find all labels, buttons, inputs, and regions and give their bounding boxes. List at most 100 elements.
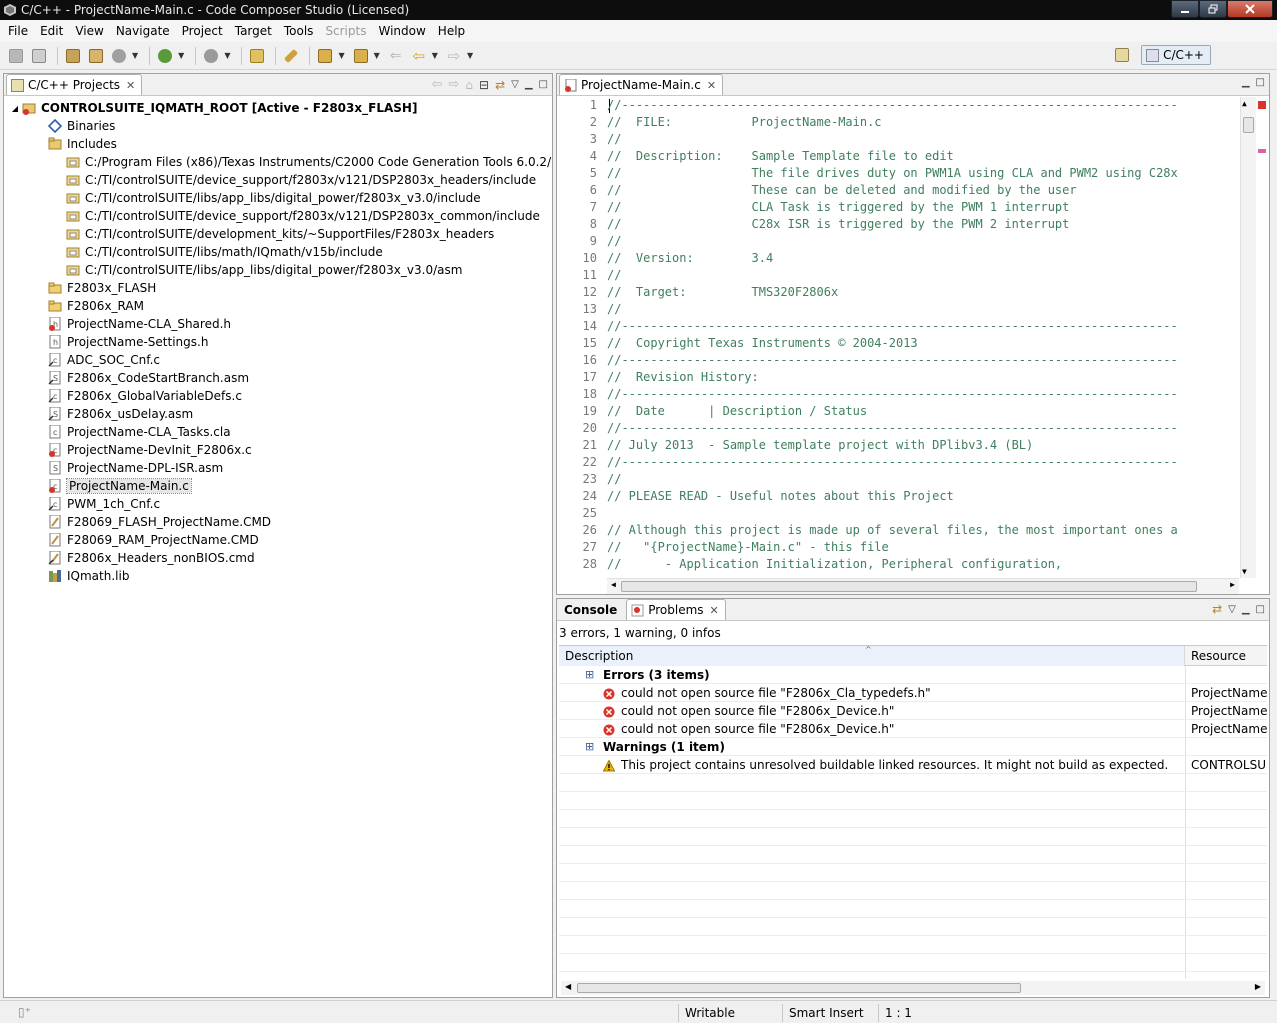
build-button[interactable] bbox=[63, 46, 83, 66]
view-menu-icon[interactable]: ▽ bbox=[1228, 604, 1236, 615]
next-annotation-button[interactable] bbox=[315, 46, 335, 66]
menu-tools[interactable]: Tools bbox=[278, 20, 320, 42]
configure-contents-icon[interactable]: ⇄ bbox=[1212, 602, 1222, 616]
scroll-left-icon[interactable]: ◀ bbox=[611, 580, 616, 589]
tree-item[interactable]: S ProjectName-DPL-ISR.asm bbox=[48, 459, 223, 477]
tree-item[interactable]: S F2806x_usDelay.asm bbox=[48, 405, 193, 423]
menu-view[interactable]: View bbox=[69, 20, 109, 42]
nav-forward-icon[interactable]: ⇨ bbox=[448, 77, 459, 92]
build-all-button[interactable] bbox=[86, 46, 106, 66]
tree-item[interactable]: C:/TI/controlSUITE/libs/app_libs/digital… bbox=[66, 261, 462, 279]
last-edit-button[interactable]: ⇐ bbox=[386, 46, 406, 66]
tree-root[interactable]: ◢ CONTROLSUITE_IQMATH_ROOT [Active - F28… bbox=[10, 99, 417, 117]
problem-group-row[interactable]: ⊞ Warnings (1 item) bbox=[559, 738, 1267, 756]
run-button[interactable] bbox=[201, 46, 221, 66]
menu-project[interactable]: Project bbox=[176, 20, 229, 42]
tree-item[interactable]: c ADC_SOC_Cnf.c bbox=[48, 351, 160, 369]
tree-item[interactable]: c ProjectName-DevInit_F2806x.c bbox=[48, 441, 252, 459]
tree-item[interactable]: F28069_FLASH_ProjectName.CMD bbox=[48, 513, 271, 531]
build-config-dropdown[interactable]: ▼ bbox=[132, 51, 138, 60]
forward-button[interactable]: ⇨ bbox=[444, 46, 464, 66]
close-window-button[interactable] bbox=[1227, 0, 1273, 18]
fast-view-icon[interactable]: ▯⁺ bbox=[18, 1005, 31, 1019]
build-config-button[interactable] bbox=[109, 46, 129, 66]
back-button[interactable]: ⇦ bbox=[409, 46, 429, 66]
error-marker-icon[interactable] bbox=[1258, 101, 1266, 109]
scroll-left-icon[interactable]: ◀ bbox=[565, 982, 571, 991]
column-header-description[interactable]: Description ^ bbox=[559, 646, 1185, 666]
tree-item[interactable]: c ProjectName-CLA_Tasks.cla bbox=[48, 423, 231, 441]
tree-item[interactable]: C:/TI/controlSUITE/device_support/f2803x… bbox=[66, 171, 536, 189]
tree-item[interactable]: IQmath.lib bbox=[48, 567, 129, 585]
tree-item[interactable]: F2806x_RAM bbox=[48, 297, 144, 315]
scroll-right-icon[interactable]: ▶ bbox=[1230, 580, 1235, 589]
menu-help[interactable]: Help bbox=[432, 20, 471, 42]
minimize-view-icon[interactable]: ▁ bbox=[1242, 604, 1250, 615]
tree-item[interactable]: C:/TI/controlSUITE/development_kits/~Sup… bbox=[66, 225, 494, 243]
tree-item[interactable]: h ProjectName-Settings.h bbox=[48, 333, 208, 351]
error-annotation-marker[interactable] bbox=[1258, 149, 1266, 153]
problems-horizontal-scrollbar[interactable]: ◀ ▶ bbox=[561, 981, 1265, 995]
problem-row[interactable]: could not open source file "F2806x_Devic… bbox=[559, 702, 1267, 720]
tree-item[interactable]: h ProjectName-CLA_Shared.h bbox=[48, 315, 231, 333]
tree-item[interactable]: c F2806x_GlobalVariableDefs.c bbox=[48, 387, 242, 405]
open-perspective-button[interactable] bbox=[1112, 45, 1132, 65]
save-button[interactable] bbox=[6, 46, 26, 66]
scroll-right-icon[interactable]: ▶ bbox=[1255, 982, 1261, 991]
minimize-view-icon[interactable]: ▁ bbox=[525, 79, 533, 90]
tree-item[interactable]: S F2806x_CodeStartBranch.asm bbox=[48, 369, 249, 387]
tree-item[interactable]: c ProjectName-Main.c bbox=[48, 477, 192, 495]
tree-item[interactable]: Includes bbox=[48, 135, 117, 153]
menu-edit[interactable]: Edit bbox=[34, 20, 69, 42]
expand-arrow-icon[interactable]: ◢ bbox=[10, 101, 20, 115]
problem-row[interactable]: could not open source file "F2806x_Devic… bbox=[559, 720, 1267, 738]
scroll-up-icon[interactable]: ▲ bbox=[1242, 99, 1247, 108]
close-tab-icon[interactable]: ✕ bbox=[707, 79, 716, 92]
close-tab-icon[interactable]: ✕ bbox=[710, 604, 719, 617]
code-editor[interactable]: 1 2 3 4 5 6 7 8 9 10 11 12 13 14 15 16 17 18 19 20 21 22 23 24 2… bbox=[557, 97, 1269, 594]
forward-dropdown[interactable]: ▼ bbox=[467, 51, 473, 60]
tab-editor-main-c[interactable]: ProjectName-Main.c ✕ bbox=[559, 74, 724, 95]
link-editor-icon[interactable]: ⇄ bbox=[495, 78, 505, 92]
tree-item[interactable]: C:/TI/controlSUITE/libs/app_libs/digital… bbox=[66, 189, 481, 207]
perspective-cpp-button[interactable]: C/C++ bbox=[1141, 45, 1211, 65]
next-annotation-dropdown[interactable]: ▼ bbox=[338, 51, 344, 60]
debug-dropdown[interactable]: ▼ bbox=[178, 51, 184, 60]
view-menu-icon[interactable]: ▽ bbox=[511, 79, 519, 90]
debug-button[interactable] bbox=[155, 46, 175, 66]
minimize-button[interactable] bbox=[1171, 0, 1199, 18]
problem-group-row[interactable]: ⊞ Errors (3 items) bbox=[559, 666, 1267, 684]
problem-row[interactable]: This project contains unresolved buildab… bbox=[559, 756, 1267, 774]
tree-item[interactable]: F28069_RAM_ProjectName.CMD bbox=[48, 531, 259, 549]
editor-vscroll-thumb[interactable] bbox=[1243, 117, 1254, 133]
minimize-view-icon[interactable]: ▁ bbox=[1242, 77, 1250, 88]
menu-scripts[interactable]: Scripts bbox=[319, 20, 372, 42]
overview-ruler[interactable] bbox=[1256, 97, 1269, 578]
tree-item[interactable]: C:/TI/controlSUITE/device_support/f2803x… bbox=[66, 207, 540, 225]
code-text-area[interactable]: //--------------------------------------… bbox=[607, 97, 1239, 578]
home-icon[interactable]: ⌂ bbox=[465, 78, 473, 92]
group-tree-icon[interactable]: ⊞ bbox=[585, 738, 594, 756]
prev-annotation-button[interactable] bbox=[351, 46, 371, 66]
maximize-view-icon[interactable]: □ bbox=[539, 79, 548, 90]
prev-annotation-dropdown[interactable]: ▼ bbox=[374, 51, 380, 60]
tab-console[interactable]: Console bbox=[559, 599, 625, 620]
maximize-view-icon[interactable]: □ bbox=[1256, 77, 1265, 88]
tree-item[interactable]: F2806x_Headers_nonBIOS.cmd bbox=[48, 549, 255, 567]
editor-horizontal-scrollbar[interactable]: ◀ ▶ bbox=[607, 578, 1239, 594]
close-tab-icon[interactable]: ✕ bbox=[126, 79, 135, 92]
tree-item[interactable]: c PWM_1ch_Cnf.c bbox=[48, 495, 160, 513]
tree-item[interactable]: F2803x_FLASH bbox=[48, 279, 156, 297]
group-tree-icon[interactable]: ⊞ bbox=[585, 666, 594, 684]
editor-vertical-scrollbar[interactable]: ▲ ▼ bbox=[1240, 97, 1256, 578]
menu-file[interactable]: File bbox=[2, 20, 34, 42]
search-button[interactable] bbox=[281, 46, 301, 66]
scroll-down-icon[interactable]: ▼ bbox=[1242, 567, 1247, 576]
print-button[interactable] bbox=[29, 46, 49, 66]
maximize-view-icon[interactable]: □ bbox=[1256, 604, 1265, 615]
menu-window[interactable]: Window bbox=[372, 20, 431, 42]
run-dropdown[interactable]: ▼ bbox=[224, 51, 230, 60]
menu-target[interactable]: Target bbox=[229, 20, 278, 42]
editor-hscroll-thumb[interactable] bbox=[621, 581, 1197, 592]
menu-navigate[interactable]: Navigate bbox=[110, 20, 176, 42]
